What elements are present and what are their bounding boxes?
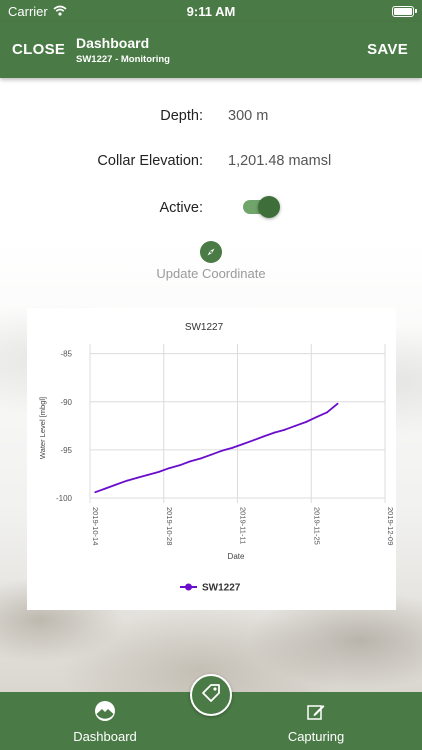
x-tick-label: 2019-10-14 bbox=[91, 507, 100, 545]
data-point bbox=[157, 471, 160, 473]
navigation-bar: CLOSE Dashboard SW1227 - Monitoring SAVE bbox=[0, 22, 422, 78]
data-point bbox=[115, 483, 118, 486]
water-level-chart: SW1227 -85 -90 -95 -100 2019-10-14 2019-10-28… bbox=[27, 308, 396, 610]
y-axis-label: Water Level [mbgl] bbox=[38, 397, 47, 459]
data-point bbox=[262, 435, 265, 438]
y-tick-label: -100 bbox=[56, 494, 73, 503]
data-point bbox=[315, 416, 318, 419]
chart-svg: SW1227 -85 -90 -95 -100 2019-10-14 2019-10-28… bbox=[38, 322, 395, 594]
status-time: 9:11 AM bbox=[186, 3, 236, 19]
data-point bbox=[210, 453, 213, 456]
save-button[interactable]: SAVE bbox=[367, 41, 408, 58]
data-point bbox=[231, 447, 234, 449]
nav-titles: Dashboard SW1227 - Monitoring bbox=[76, 35, 170, 65]
tab-dashboard-label: Dashboard bbox=[73, 729, 137, 744]
x-tick-label: 2019-12-09 bbox=[386, 507, 395, 545]
compass-icon[interactable] bbox=[200, 241, 222, 263]
data-point bbox=[168, 467, 170, 470]
data-point bbox=[104, 487, 107, 490]
landscape-icon bbox=[94, 700, 116, 727]
data-point bbox=[178, 464, 181, 467]
x-axis-label: Date bbox=[228, 552, 245, 561]
battery-icon bbox=[392, 5, 417, 17]
tab-capturing[interactable]: Capturing bbox=[246, 692, 386, 750]
data-point bbox=[147, 474, 149, 476]
data-point bbox=[241, 443, 244, 445]
edit-icon bbox=[306, 702, 326, 727]
close-button[interactable]: CLOSE bbox=[12, 41, 65, 58]
legend-label: SW1227 bbox=[202, 583, 241, 594]
data-point bbox=[284, 428, 286, 431]
tag-action-button[interactable] bbox=[190, 674, 232, 716]
data-point bbox=[136, 476, 139, 479]
x-tick-label: 2019-11-25 bbox=[312, 507, 321, 545]
series-line bbox=[94, 403, 339, 494]
tab-capturing-label: Capturing bbox=[287, 729, 345, 744]
data-point bbox=[273, 431, 276, 434]
status-bar: Carrier 9:11 AM bbox=[0, 0, 422, 22]
y-tick-label: -85 bbox=[60, 350, 72, 359]
data-point bbox=[294, 424, 297, 427]
tab-dashboard[interactable]: Dashboard bbox=[35, 692, 175, 750]
x-tick-label: 2019-11-11 bbox=[239, 507, 248, 544]
data-point bbox=[94, 491, 97, 494]
data-point bbox=[189, 460, 191, 463]
active-label: Active: bbox=[159, 200, 203, 216]
active-toggle[interactable] bbox=[243, 196, 280, 218]
data-point bbox=[336, 402, 339, 405]
chart-title: SW1227 bbox=[185, 322, 224, 333]
y-tick-label: -95 bbox=[60, 446, 72, 455]
active-toggle-knob[interactable] bbox=[258, 196, 280, 218]
data-point bbox=[220, 449, 223, 452]
depth-value: 300 m bbox=[228, 108, 269, 124]
carrier-label: Carrier bbox=[8, 3, 48, 19]
chart-legend: SW1227 bbox=[180, 583, 241, 594]
data-point bbox=[326, 411, 328, 414]
page-title: Dashboard bbox=[76, 35, 150, 51]
collar-elevation-value: 1,201.48 mamsl bbox=[228, 153, 332, 169]
page-subtitle: SW1227 - Monitoring bbox=[76, 54, 170, 65]
update-coordinate-button[interactable]: Update Coordinate bbox=[0, 266, 422, 281]
data-point bbox=[199, 457, 202, 460]
data-point bbox=[305, 421, 307, 423]
legend-marker bbox=[185, 583, 192, 591]
collar-elevation-label: Collar Elevation: bbox=[97, 153, 203, 169]
y-tick-label: -90 bbox=[60, 398, 72, 407]
wifi-icon bbox=[53, 4, 67, 19]
data-point bbox=[125, 479, 128, 482]
depth-label: Depth: bbox=[160, 108, 203, 124]
tag-icon bbox=[200, 682, 222, 709]
x-tick-label: 2019-10-28 bbox=[165, 507, 174, 545]
data-point bbox=[252, 439, 255, 442]
